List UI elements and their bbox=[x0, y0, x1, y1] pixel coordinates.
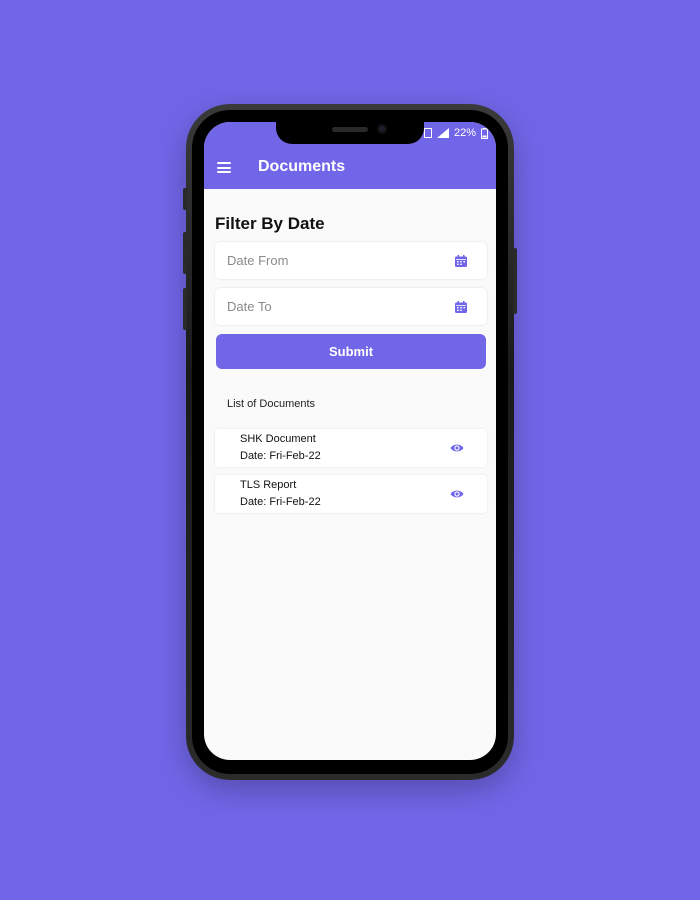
date-from-placeholder: Date From bbox=[227, 253, 289, 268]
speaker-grille bbox=[332, 127, 368, 132]
app-bar-title: Documents bbox=[258, 158, 346, 175]
eye-icon[interactable] bbox=[450, 443, 464, 453]
app-screen: 22% Documents Filter By Date Date From D… bbox=[204, 122, 496, 760]
calendar-icon[interactable] bbox=[455, 301, 467, 313]
front-camera bbox=[377, 124, 387, 134]
document-date: Date: Fri-Feb-22 bbox=[240, 450, 321, 462]
hamburger-menu-icon[interactable] bbox=[217, 162, 231, 173]
mute-switch bbox=[183, 188, 187, 210]
signal-icon bbox=[436, 128, 449, 138]
document-name: SHK Document bbox=[240, 433, 316, 445]
calendar-icon[interactable] bbox=[455, 255, 467, 267]
document-date: Date: Fri-Feb-22 bbox=[240, 496, 321, 508]
volume-down-button bbox=[183, 288, 187, 330]
power-button bbox=[513, 248, 517, 314]
sim-icon bbox=[423, 128, 432, 138]
documents-list-heading: List of Documents bbox=[227, 398, 316, 410]
date-to-field[interactable]: Date To bbox=[215, 288, 487, 325]
eye-icon[interactable] bbox=[450, 489, 464, 499]
date-to-placeholder: Date To bbox=[227, 299, 272, 314]
volume-up-button bbox=[183, 232, 187, 274]
document-list-item[interactable]: SHK Document Date: Fri-Feb-22 bbox=[215, 429, 487, 467]
date-from-field[interactable]: Date From bbox=[215, 242, 487, 279]
battery-icon bbox=[481, 127, 488, 139]
battery-percentage: 22% bbox=[453, 127, 476, 139]
document-name: TLS Report bbox=[240, 479, 297, 491]
filter-heading: Filter By Date bbox=[215, 214, 325, 233]
submit-button[interactable]: Submit bbox=[216, 334, 486, 369]
document-list-item[interactable]: TLS Report Date: Fri-Feb-22 bbox=[215, 475, 487, 513]
